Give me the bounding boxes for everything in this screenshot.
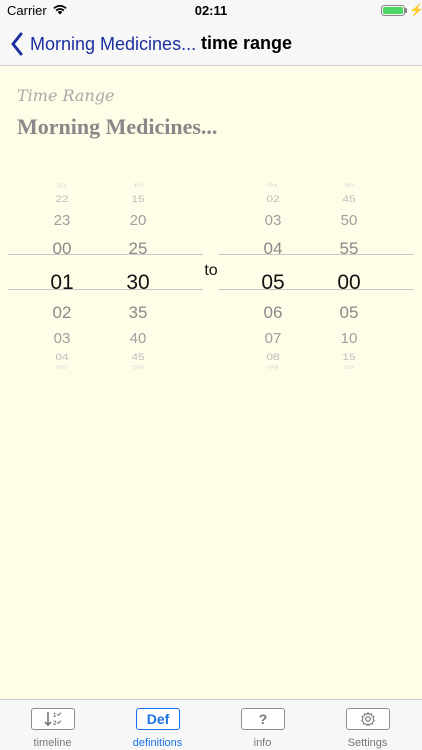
picker-option[interactable]: 07: [245, 330, 301, 347]
battery-fill: [383, 7, 403, 14]
picker-selected-value[interactable]: 30: [110, 271, 166, 295]
picker-option[interactable]: 10: [321, 330, 377, 347]
picker-option[interactable]: 50: [110, 365, 166, 370]
picker-selected-value[interactable]: 01: [34, 271, 90, 295]
picker-option[interactable]: 02: [245, 194, 301, 205]
picker-option[interactable]: 02: [34, 303, 90, 323]
picker-selected-value[interactable]: 00: [321, 271, 377, 295]
page-title: time range: [201, 33, 293, 53]
picker-option[interactable]: 10: [110, 183, 166, 188]
tab-info[interactable]: ? info: [210, 700, 315, 750]
question-mark-icon: ?: [241, 708, 285, 730]
definitions-icon: Def: [136, 708, 180, 730]
picker-option[interactable]: 15: [110, 194, 166, 205]
start-hour-picker[interactable]: 21 22 23 00 01 02 03 04 05: [34, 170, 90, 370]
picker-option[interactable]: 00: [34, 239, 90, 259]
svg-text:1: 1: [53, 713, 57, 719]
tab-label: definitions: [132, 737, 183, 749]
picker-option[interactable]: 03: [34, 330, 90, 347]
back-button[interactable]: Morning Medicines...: [10, 30, 196, 58]
status-time: 02:11: [194, 3, 228, 18]
end-hour-picker[interactable]: 01 02 03 04 05 06 07 08 09: [245, 170, 301, 370]
picker-option[interactable]: 23: [34, 212, 90, 229]
picker-option[interactable]: 45: [110, 352, 166, 363]
tab-timeline[interactable]: 1 2 timeline: [0, 700, 105, 750]
picker-option[interactable]: 45: [321, 194, 377, 205]
picker-option[interactable]: 05: [34, 365, 90, 370]
picker-option[interactable]: 06: [245, 303, 301, 323]
battery-tip: [405, 8, 407, 13]
picker-selected-value[interactable]: 05: [245, 271, 301, 295]
tab-settings[interactable]: Settings: [315, 700, 420, 750]
gear-icon: [346, 708, 390, 730]
picker-option[interactable]: 09: [245, 365, 301, 370]
picker-option[interactable]: 20: [321, 365, 377, 370]
picker-option[interactable]: 22: [34, 194, 90, 205]
definition-name: Morning Medicines...: [17, 114, 218, 139]
picker-option[interactable]: 35: [110, 303, 166, 323]
picker-option[interactable]: 04: [245, 239, 301, 259]
picker-option[interactable]: 25: [110, 239, 166, 259]
picker-option[interactable]: 05: [321, 303, 377, 323]
end-minute-picker[interactable]: 40 45 50 55 00 05 10 15 20: [321, 170, 377, 370]
tab-label: timeline: [33, 737, 72, 749]
picker-option[interactable]: 01: [245, 183, 301, 188]
picker-option[interactable]: 20: [110, 212, 166, 229]
start-minute-picker[interactable]: 10 15 20 25 30 35 40 45 50: [110, 170, 166, 370]
picker-option[interactable]: 50: [321, 212, 377, 229]
to-label: to: [204, 262, 218, 279]
section-label: Time Range: [17, 86, 115, 105]
picker-option[interactable]: 04: [34, 352, 90, 363]
back-button-label: Morning Medicines...: [30, 33, 197, 54]
timeline-sort-icon: 1 2: [31, 708, 75, 730]
picker-option[interactable]: 40: [110, 330, 166, 347]
navigation-bar: Morning Medicines... time range: [0, 22, 422, 66]
picker-option[interactable]: 08: [245, 352, 301, 363]
picker-option[interactable]: 40: [321, 183, 377, 188]
charging-icon: ⚡: [409, 3, 422, 17]
picker-option[interactable]: 03: [245, 212, 301, 229]
tab-definitions[interactable]: Def definitions: [105, 700, 210, 750]
status-bar: Carrier 02:11 ⚡: [0, 0, 422, 22]
svg-text:2: 2: [53, 721, 57, 727]
tab-label: Settings: [347, 737, 388, 749]
picker-option[interactable]: 21: [34, 183, 90, 188]
tab-bar: 1 2 timeline Def definitions ? info Sett…: [0, 699, 422, 750]
timeline-sort-glyph: 1 2: [44, 712, 62, 727]
picker-option[interactable]: 15: [321, 352, 377, 363]
picker-option[interactable]: 55: [321, 239, 377, 259]
tab-label: info: [253, 737, 272, 749]
chevron-left-icon: [11, 32, 23, 56]
gear-glyph: [360, 711, 376, 727]
battery-icon: [381, 5, 405, 16]
